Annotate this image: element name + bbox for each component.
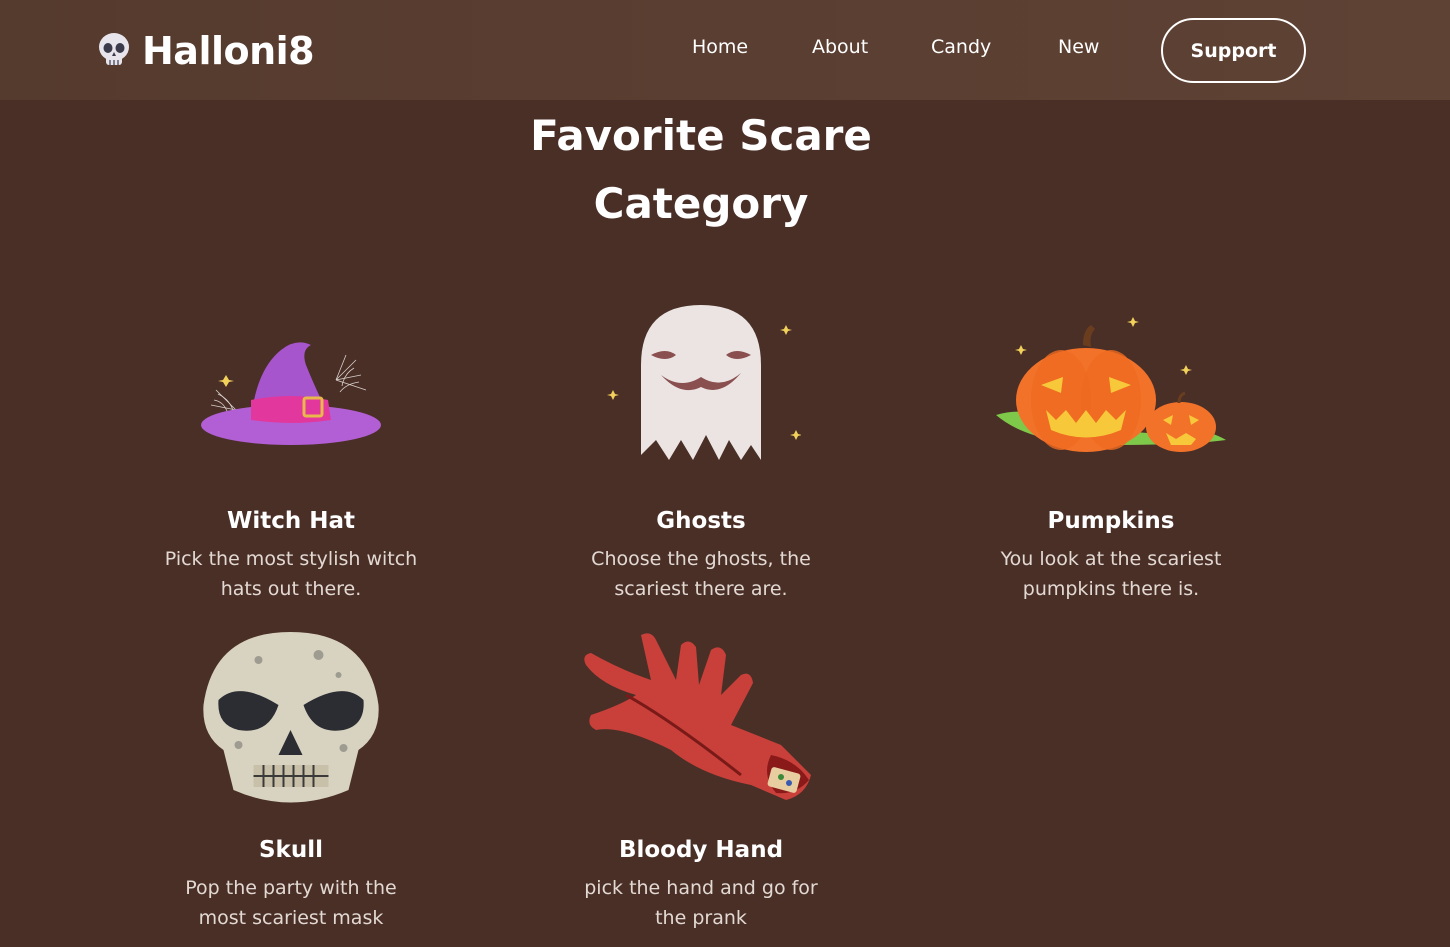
nav-candy-link[interactable]: Candy bbox=[931, 36, 991, 58]
card-description: Pop the party with the most scariest mas… bbox=[185, 877, 397, 929]
card-description: You look at the scariest pumpkins there … bbox=[1000, 548, 1222, 600]
card-title: Witch Hat bbox=[226, 508, 356, 534]
category-card-skull[interactable]: Skull Pop the party with the most scarie… bbox=[131, 625, 451, 940]
support-button[interactable]: Support bbox=[1161, 18, 1306, 83]
card-title: Ghosts bbox=[656, 508, 746, 534]
section-title: Favorite Scare Category bbox=[450, 102, 952, 238]
pumpkin-icon bbox=[996, 317, 1226, 452]
skull-icon bbox=[203, 632, 379, 803]
category-card-pumpkins[interactable]: Pumpkins You look at the scariest pumpki… bbox=[951, 300, 1271, 610]
bloody-hand-icon bbox=[584, 633, 811, 800]
brand-name: Halloni8 bbox=[142, 29, 315, 73]
witch-hat-icon bbox=[201, 342, 381, 445]
category-card-bloody-hand[interactable]: Bloody Hand pick the hand and go for the… bbox=[541, 625, 861, 940]
skull-logo-icon bbox=[99, 33, 129, 65]
ghost-icon bbox=[607, 305, 801, 460]
nav-home-link[interactable]: Home bbox=[692, 36, 748, 58]
card-title: Pumpkins bbox=[1047, 508, 1175, 534]
card-title: Skull bbox=[258, 837, 323, 863]
navbar: Halloni8 Home About Candy New Support bbox=[0, 0, 1450, 100]
card-title: Bloody Hand bbox=[618, 837, 784, 863]
card-description: Pick the most stylish witch hats out the… bbox=[164, 548, 418, 600]
section-title-line-2: Category bbox=[593, 179, 809, 228]
section-title-line-1: Favorite Scare bbox=[530, 111, 872, 160]
category-card-witch-hat[interactable]: Witch Hat Pick the most stylish witch ha… bbox=[131, 300, 451, 610]
nav-new-link[interactable]: New bbox=[1058, 36, 1099, 58]
category-card-ghosts[interactable]: Ghosts Choose the ghosts, the scariest t… bbox=[541, 300, 861, 610]
card-description: Choose the ghosts, the scariest there ar… bbox=[591, 548, 811, 600]
brand[interactable]: Halloni8 bbox=[96, 28, 315, 74]
card-description: pick the hand and go for the prank bbox=[584, 877, 818, 929]
nav-about-link[interactable]: About bbox=[812, 36, 868, 58]
